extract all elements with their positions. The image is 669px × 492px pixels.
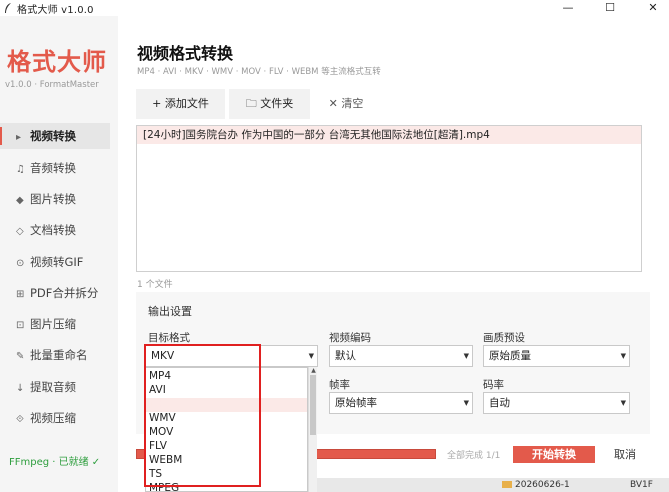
video-codec-select[interactable]: 默认 ▼ [329,345,473,367]
sidebar-item-video-compress[interactable]: ⟐ 视频压缩 [0,405,110,431]
scroll-up-icon[interactable]: ▲ [309,367,318,374]
chevron-down-icon: ▼ [463,399,469,407]
sidebar-item-video-to-gif[interactable]: ⊙ 视频转GIF [0,249,110,275]
grid-plus-icon: ⊞ [16,289,25,300]
format-option-mpeg[interactable]: MPEG [149,482,179,491]
circle-dot-icon: ⊙ [16,258,25,269]
folder-icon: 🗀 [245,97,257,110]
clear-x-icon: ✕ [328,97,338,110]
app-logo: 格式大师 [7,48,107,76]
add-folder-button[interactable]: 🗀 文件夹 [229,89,310,119]
progress-count: 1/1 [485,451,501,461]
taskbar [310,478,669,492]
sidebar-item-batch-rename[interactable]: ✎ 批量重命名 [0,342,110,368]
sidebar-item-label: 文档转换 [30,223,76,237]
diamond-outline-icon: ◇ [16,226,24,237]
sidebar-item-audio-convert[interactable]: ♫ 音频转换 [0,155,110,181]
sidebar-item-label: 图片转换 [30,192,76,206]
sidebar-item-image-convert[interactable]: ◆ 图片转换 [0,186,110,212]
sidebar-item-label: 视频压缩 [30,411,76,425]
dropdown-scrollbar[interactable]: ▲ [308,367,317,492]
diamond-icon: ◆ [16,195,24,206]
chevron-down-icon: ▼ [620,352,626,360]
sidebar-item-label: PDF合并拆分 [30,286,99,300]
sidebar-item-label: 视频转GIF [30,255,84,269]
progress-status-text: 全部完成 [447,451,484,461]
target-format-label: 目标格式 [148,332,190,344]
clear-button[interactable]: ✕ 清空 [314,89,378,119]
progress-status: 全部完成 1/1 [447,448,500,461]
fps-label: 帧率 [329,379,350,391]
video-codec-label: 视频编码 [329,332,371,344]
square-dot-icon: ⊡ [16,320,25,331]
fps-value: 原始帧率 [335,397,377,409]
format-option-flv[interactable]: FLV [149,440,167,452]
play-icon: ▸ [16,132,22,143]
list-item[interactable]: [24小时]国务院台办 作为中国的一部分 台湾无其他国际法地位[超清].mp4 [137,126,641,144]
quality-preset-value: 原始质量 [489,350,531,362]
app-feather-icon [5,3,11,13]
sidebar-item-label: 提取音频 [30,380,76,394]
add-file-label: 添加文件 [164,97,209,110]
title-bar: 格式大师 v1.0.0 — ☐ ✕ [0,0,669,16]
format-option-ts[interactable]: TS [149,468,162,480]
arrow-down-icon: ↓ [16,383,25,394]
sidebar-item-image-compress[interactable]: ⊡ 图片压缩 [0,311,110,337]
format-option-wmv[interactable]: WMV [149,412,176,424]
sidebar-item-doc-convert[interactable]: ◇ 文档转换 [0,217,110,243]
start-convert-button[interactable]: 开始转换 [513,446,595,463]
format-option-mp4[interactable]: MP4 [149,370,171,382]
format-option-mov[interactable]: MOV [149,426,173,438]
format-dropdown-list[interactable]: MP4 AVI MKV WMV MOV FLV WEBM TS MPEG [145,367,308,492]
version-label: v1.0.0 · FormatMaster [5,80,99,90]
pencil-icon: ✎ [16,351,25,362]
format-option-avi[interactable]: AVI [149,384,166,396]
compress-icon: ⟐ [16,414,24,425]
page-title: 视频格式转换 [137,44,234,63]
add-file-button[interactable]: + 添加文件 [136,89,225,119]
file-list[interactable]: [24小时]国务院台办 作为中国的一部分 台湾无其他国际法地位[超清].mp4 [136,125,642,272]
close-button[interactable]: ✕ [641,0,665,16]
format-option-webm[interactable]: WEBM [149,454,182,466]
format-option-mkv[interactable]: MKV [149,398,172,410]
file-count: 1 个文件 [137,280,173,290]
window-title: 格式大师 v1.0.0 [17,5,94,16]
bitrate-select[interactable]: 自动 ▼ [483,392,630,414]
music-note-icon: ♫ [16,164,25,175]
taskbar-window-item[interactable]: BV1F [630,478,653,492]
sidebar-item-pdf-merge-split[interactable]: ⊞ PDF合并拆分 [0,280,110,306]
page-subtitle: MP4 · AVI · MKV · WMV · MOV · FLV · WEBM… [137,67,381,77]
video-codec-value: 默认 [335,350,356,362]
taskbar-folder-label: 20260626-1 [515,480,570,490]
target-format-select[interactable]: MKV ▼ [145,345,318,367]
output-settings-title: 输出设置 [148,305,192,318]
sidebar: 格式大师 v1.0.0 · FormatMaster ▸ 视频转换 ♫ 音频转换 ◆… [0,16,118,492]
scrollbar-thumb[interactable] [310,375,316,435]
ffmpeg-status: FFmpeg · 已就绪 ✓ [9,457,101,468]
maximize-button[interactable]: ☐ [598,0,622,16]
bitrate-label: 码率 [483,379,504,391]
minimize-button[interactable]: — [556,0,580,16]
sidebar-item-label: 视频转换 [30,129,76,143]
taskbar-folder-item[interactable]: 20260626-1 [502,478,570,492]
plus-icon: + [152,97,162,110]
sidebar-item-label: 批量重命名 [30,348,88,362]
chevron-down-icon: ▼ [463,352,469,360]
bitrate-value: 自动 [489,397,510,409]
chevron-down-icon: ▼ [308,352,314,360]
sidebar-item-video-convert[interactable]: ▸ 视频转换 [0,123,110,149]
quality-preset-select[interactable]: 原始质量 ▼ [483,345,630,367]
add-folder-label: 文件夹 [260,97,294,110]
quality-preset-label: 画质预设 [483,332,525,344]
folder-icon [502,481,512,488]
fps-select[interactable]: 原始帧率 ▼ [329,392,473,414]
taskbar-window-label: BV1F [630,480,653,490]
chevron-down-icon: ▼ [620,399,626,407]
sidebar-item-extract-audio[interactable]: ↓ 提取音频 [0,374,110,400]
sidebar-item-label: 图片压缩 [30,317,76,331]
clear-label: 清空 [341,97,364,110]
sidebar-item-label: 音频转换 [30,161,76,175]
target-format-value: MKV [151,350,175,362]
cancel-button[interactable]: 取消 [604,446,646,463]
